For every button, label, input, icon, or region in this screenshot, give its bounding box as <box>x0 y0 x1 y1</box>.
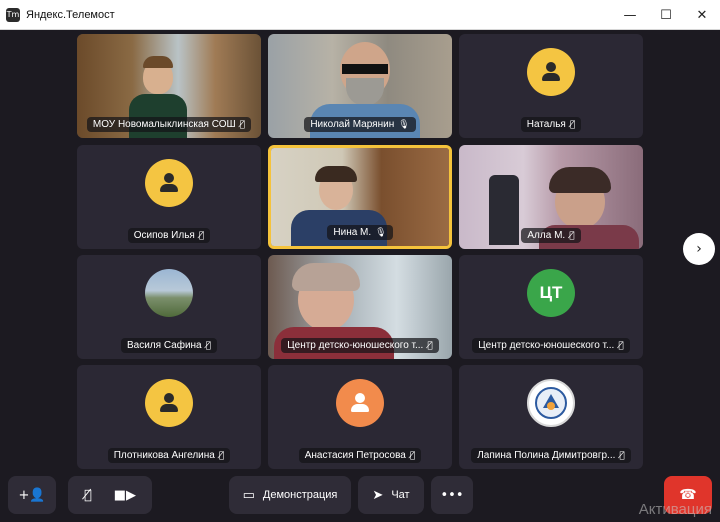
avatar-logo <box>527 379 575 427</box>
maximize-button[interactable]: ☐ <box>648 0 684 30</box>
mic-muted-icon: 🎙̸ <box>239 119 246 130</box>
participant-tile[interactable]: Плотникова Ангелина 🎙̸ <box>77 365 261 469</box>
chat-label: Чат <box>391 489 410 501</box>
person-icon <box>159 173 179 193</box>
avatar-initials: ЦТ <box>527 269 575 317</box>
avatar <box>145 379 193 427</box>
mic-muted-icon: 🎙̸ <box>569 230 575 241</box>
person-icon <box>159 393 179 413</box>
app-logo-icon: Tm <box>6 7 20 22</box>
avatar <box>145 159 193 207</box>
participants-grid: МОУ Новомалыклинская СОШ 🎙̸ Николай Марян… <box>0 30 720 470</box>
person-icon <box>350 393 370 413</box>
mic-muted-icon: 🎙̸ <box>205 340 212 351</box>
screen-share-button[interactable]: ▭ Демонстрация <box>229 476 351 514</box>
avatar <box>527 48 575 96</box>
participant-tile[interactable]: ЦТ Центр детско-юношеского т... 🎙̸ <box>459 255 643 359</box>
participant-tile-active-speaker[interactable]: Нина М. 🎙 <box>268 145 452 249</box>
call-toolbar: +👤 🎙̸ ■▶ ▭ Демонстрация ➤ Чат ••• ☎ Акти… <box>0 470 720 522</box>
add-person-icon: +👤 <box>18 487 46 503</box>
participant-tile[interactable]: Анастасия Петросова 🎙̸ <box>268 365 452 469</box>
windows-activation-watermark: Активация <box>638 501 712 518</box>
mic-muted-icon: 🎙̸ <box>409 450 416 461</box>
title-bar: Tm Яндекс.Телемост — ☐ ✕ <box>0 0 720 30</box>
participant-tile[interactable]: Центр детско-юношеского т... 🎙̸ <box>268 255 452 359</box>
mic-muted-icon: 🎙̸ <box>618 340 624 351</box>
mic-muted-icon: 🎙̸ <box>619 450 625 461</box>
participant-name: Алла М. 🎙̸ <box>521 228 581 243</box>
participant-name: Центр детско-юношеского т... 🎙̸ <box>281 338 439 353</box>
chevron-right-icon: › <box>696 241 702 257</box>
participant-name: Нина М. 🎙 <box>327 225 393 240</box>
participant-name: Плотникова Ангелина 🎙̸ <box>107 448 231 463</box>
minimize-button[interactable]: — <box>612 0 648 30</box>
org-logo-icon <box>535 387 567 419</box>
participant-name: Николай Марянин 🎙 <box>304 117 416 132</box>
avatar-photo <box>145 269 193 317</box>
participant-tile[interactable]: МОУ Новомалыклинская СОШ 🎙̸ <box>77 34 261 138</box>
mic-icon: 🎙 <box>375 227 387 238</box>
more-button[interactable]: ••• <box>431 476 473 514</box>
mic-muted-icon: 🎙̸ <box>218 450 225 461</box>
chat-icon: ➤ <box>372 487 384 503</box>
invite-button[interactable]: +👤 <box>8 476 56 514</box>
close-button[interactable]: ✕ <box>684 0 720 30</box>
window-controls: — ☐ ✕ <box>612 0 720 30</box>
participant-name: Анастасия Петросова 🎙̸ <box>298 448 422 463</box>
mic-muted-icon: 🎙̸ <box>427 340 433 351</box>
participant-name: Центр детско-юношеского т... 🎙̸ <box>472 338 630 353</box>
participant-tile[interactable]: Наталья 🎙̸ <box>459 34 643 138</box>
mic-muted-icon: 🎙̸ <box>569 119 576 130</box>
person-icon <box>541 62 561 82</box>
participant-tile[interactable]: Василя Сафина 🎙̸ <box>77 255 261 359</box>
participant-name: Наталья 🎙̸ <box>520 117 582 132</box>
participant-name: Василя Сафина 🎙̸ <box>120 338 218 353</box>
participant-name: Лапина Полина Димитровгр... 🎙̸ <box>471 448 631 463</box>
participant-tile[interactable]: Николай Марянин 🎙 <box>268 34 452 138</box>
mic-muted-icon: 🎙̸ <box>198 230 205 241</box>
next-page-button[interactable]: › <box>683 233 715 265</box>
window-title: Яндекс.Телемост <box>26 8 115 21</box>
avatar <box>336 379 384 427</box>
media-controls: 🎙̸ ■▶ <box>68 476 152 514</box>
camera-toggle-button[interactable]: ■▶ <box>114 488 136 503</box>
participant-tile[interactable]: Алла М. 🎙̸ <box>459 145 643 249</box>
mic-toggle-button[interactable]: 🎙̸ <box>84 488 92 503</box>
participant-tile[interactable]: Осипов Илья 🎙̸ <box>77 145 261 249</box>
mic-icon: 🎙 <box>398 119 410 130</box>
participant-name: МОУ Новомалыклинская СОШ 🎙̸ <box>86 117 252 132</box>
participant-name: Осипов Илья 🎙̸ <box>127 228 211 243</box>
screen-share-label: Демонстрация <box>262 489 338 501</box>
chat-button[interactable]: ➤ Чат <box>358 476 424 514</box>
participant-tile[interactable]: Лапина Полина Димитровгр... 🎙̸ <box>459 365 643 469</box>
screen-share-icon: ▭ <box>242 487 255 503</box>
more-icon: ••• <box>440 487 464 503</box>
